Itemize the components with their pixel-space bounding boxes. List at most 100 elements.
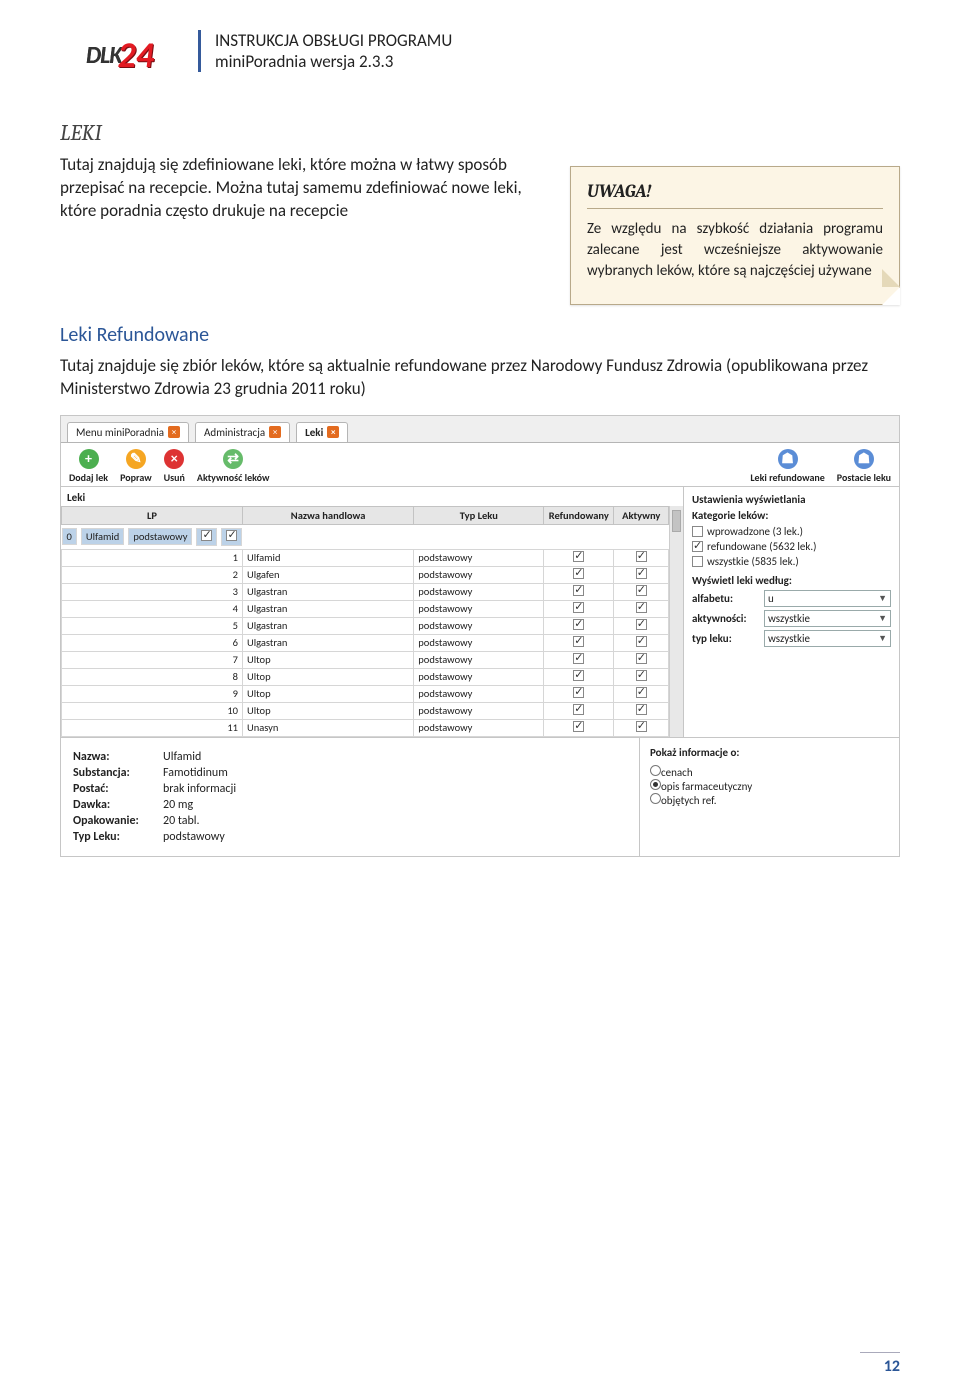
table-row[interactable]: 8Ultoppodstawowy [62, 668, 669, 685]
checkbox-icon[interactable] [573, 568, 584, 579]
activity-select[interactable]: aktywności:wszystkie▼ [692, 610, 891, 627]
delete-button[interactable]: ×Usuń [164, 449, 185, 484]
select-value: wszystkie [768, 632, 810, 645]
tab-label: Menu miniPoradnia [76, 426, 164, 439]
form-icon: ☗ [854, 449, 874, 469]
col-name[interactable]: Nazwa handlowa [242, 506, 413, 524]
opt-label: wprowadzone (3 lek.) [707, 525, 803, 538]
checkbox-icon[interactable] [573, 670, 584, 681]
checkbox-icon[interactable] [573, 551, 584, 562]
radio-icon[interactable] [650, 765, 661, 776]
select-value: wszystkie [768, 612, 810, 625]
activity-button[interactable]: ⇄Aktywność leków [197, 449, 270, 484]
opt-introduced[interactable]: wprowadzone (3 lek.) [692, 525, 891, 538]
pencil-icon: ✎ [126, 449, 146, 469]
select-label: typ leku: [692, 632, 760, 645]
opt-label: wszystkie (5835 lek.) [707, 555, 799, 568]
app-toolbar: +Dodaj lek ✎ Popraw ×Usuń ⇄Aktywność lekó… [61, 442, 899, 487]
scrollbar-thumb[interactable] [672, 510, 681, 532]
toolbar-label: Usuń [164, 471, 185, 484]
detail-value: Famotidinum [163, 766, 228, 780]
checkbox-icon[interactable] [636, 602, 647, 613]
checkbox-icon[interactable] [636, 551, 647, 562]
checkbox-icon[interactable] [636, 619, 647, 630]
checkbox-icon[interactable] [573, 721, 584, 732]
checkbox-icon[interactable] [636, 585, 647, 596]
alphabet-select[interactable]: alfabetu:u▼ [692, 590, 891, 607]
checkbox-icon[interactable] [636, 653, 647, 664]
checkbox-icon[interactable] [573, 704, 584, 715]
table-row[interactable]: 4Ulgastranpodstawowy [62, 600, 669, 617]
checkbox-icon[interactable] [636, 704, 647, 715]
display-settings-panel: Ustawienia wyświetlania Kategorie leków:… [684, 487, 899, 737]
detail-key: Substancja: [73, 766, 163, 780]
toolbar-label: Popraw [120, 471, 152, 484]
add-drug-button[interactable]: +Dodaj lek [69, 449, 108, 484]
type-select[interactable]: typ leku: wszystkie ▼ [692, 630, 891, 647]
table-row[interactable]: 2Ulgafenpodstawowy [62, 566, 669, 583]
detail-value: 20 mg [163, 798, 193, 812]
detail-value: brak informacji [163, 782, 236, 796]
table-row[interactable]: 1Ulfamidpodstawowy [62, 549, 669, 566]
checkbox-icon[interactable] [636, 636, 647, 647]
table-scrollbar[interactable] [669, 506, 683, 737]
chevron-down-icon: ▼ [878, 633, 887, 644]
detail-key: Dawka: [73, 798, 163, 812]
chevron-down-icon: ▼ [878, 613, 887, 624]
page-number: 12 [860, 1352, 900, 1376]
table-row[interactable]: 11Unasynpodstawowy [62, 719, 669, 736]
close-icon[interactable]: × [327, 426, 339, 438]
table-row[interactable]: 5Ulgastranpodstawowy [62, 617, 669, 634]
checkbox-icon[interactable] [636, 687, 647, 698]
checkbox-icon[interactable] [573, 636, 584, 647]
app-tabs: Menu miniPoradnia × Administracja× Leki× [61, 416, 899, 442]
radio-pharma[interactable]: opis farmaceutyczny [650, 779, 889, 793]
checkbox-icon[interactable] [636, 670, 647, 681]
close-icon[interactable]: × [269, 426, 281, 438]
table-row[interactable]: 9Ultoppodstawowy [62, 685, 669, 702]
table-row[interactable]: 7Ultoppodstawowy [62, 651, 669, 668]
radio-prices[interactable]: cenach [650, 765, 889, 779]
col-type[interactable]: Typ Leku [414, 506, 544, 524]
warning-callout: UWAGA! Ze względu na szybkość działania … [570, 166, 900, 305]
checkbox-icon[interactable] [573, 619, 584, 630]
table-row[interactable]: 3Ulgastranpodstawowy [62, 583, 669, 600]
radio-icon[interactable] [650, 779, 661, 790]
radio-icon[interactable] [650, 793, 661, 804]
tab-leki[interactable]: Leki× [296, 422, 348, 442]
drug-form-button[interactable]: ☗Postacie leku [837, 449, 891, 484]
opt-refunded[interactable]: refundowane (5632 lek.) [692, 540, 891, 553]
tab-menu[interactable]: Menu miniPoradnia × [67, 422, 189, 442]
table-row[interactable]: 6Ulgastranpodstawowy [62, 634, 669, 651]
checkbox-icon[interactable] [573, 653, 584, 664]
tab-admin[interactable]: Administracja× [195, 422, 290, 442]
panel-title: Leki [61, 487, 683, 506]
checkbox-icon[interactable] [636, 721, 647, 732]
opt-all[interactable]: wszystkie (5835 lek.) [692, 555, 891, 568]
checkbox-icon[interactable] [573, 687, 584, 698]
close-icon[interactable]: × [168, 426, 180, 438]
table-row[interactable]: 10Ultoppodstawowy [62, 702, 669, 719]
checkbox-icon[interactable] [692, 556, 703, 567]
checkbox-icon[interactable] [201, 530, 212, 541]
select-value: u [768, 592, 774, 605]
col-refund[interactable]: Refundowany [544, 506, 614, 524]
radio-covered[interactable]: objętych ref. [650, 793, 889, 807]
checkbox-icon[interactable] [573, 585, 584, 596]
checkbox-icon[interactable] [573, 602, 584, 613]
checkbox-icon[interactable] [692, 541, 703, 552]
col-lp[interactable]: LP [62, 506, 243, 524]
checkbox-icon[interactable] [226, 530, 237, 541]
checkbox-icon[interactable] [692, 526, 703, 537]
header-line-1: INSTRUKCJA OBSŁUGI PROGRAMU [215, 30, 452, 51]
col-active[interactable]: Aktywny [614, 506, 669, 524]
page-fold-icon [882, 287, 900, 305]
opt-label: refundowane (5632 lek.) [707, 540, 817, 553]
plus-icon: + [79, 449, 99, 469]
checkbox-icon[interactable] [636, 568, 647, 579]
detail-key: Typ Leku: [73, 830, 163, 844]
table-row[interactable]: 0Ulfamidpodstawowy [62, 528, 243, 546]
drugs-table[interactable]: LP Nazwa handlowa Typ Leku Refundowany A… [61, 506, 669, 737]
edit-button[interactable]: ✎ Popraw [120, 449, 152, 484]
refunded-button[interactable]: ☗Leki refundowane [750, 449, 824, 484]
